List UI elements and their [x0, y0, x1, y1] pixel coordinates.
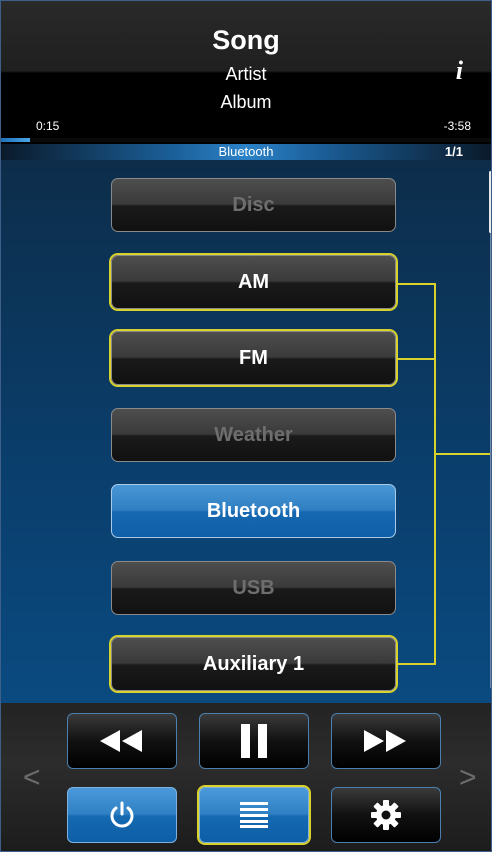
favorites-connector: [434, 283, 436, 665]
time-elapsed: 0:15: [36, 119, 60, 133]
song-title: Song: [212, 25, 280, 55]
power-button[interactable]: [67, 787, 177, 843]
pause-button[interactable]: [199, 713, 309, 769]
list-icon: [240, 802, 268, 828]
source-bluetooth-button[interactable]: Bluetooth: [111, 484, 396, 538]
source-list-button[interactable]: [199, 787, 309, 843]
scrollbar-thumb[interactable]: [489, 171, 491, 233]
scroll-track: [490, 233, 491, 688]
gear-icon: [371, 800, 401, 830]
next-page-arrow[interactable]: >: [459, 761, 477, 795]
app-window: Song Artist Album i 0:15 -3:58 Bluetooth…: [0, 0, 492, 852]
source-usb-button[interactable]: USB: [111, 561, 396, 615]
source-disc-button[interactable]: Disc: [111, 178, 396, 232]
source-auxiliary-1-button[interactable]: Auxiliary 1: [111, 637, 396, 691]
source-am-button[interactable]: AM: [111, 255, 396, 309]
pause-icon: [241, 724, 267, 758]
favorites-connector: [398, 663, 436, 665]
artist-name: Artist: [225, 64, 267, 84]
rewind-icon: [100, 730, 142, 752]
rewind-button[interactable]: [67, 713, 177, 769]
power-icon: [110, 801, 134, 828]
favorites-connector: [398, 283, 436, 285]
prev-page-arrow[interactable]: <: [23, 761, 41, 795]
page-indicator: 1/1: [444, 144, 463, 159]
time-remaining: -3:58: [443, 119, 471, 133]
settings-button[interactable]: [331, 787, 441, 843]
fast-forward-button[interactable]: [331, 713, 441, 769]
favorites-connector: [434, 453, 491, 455]
favorites-connector: [398, 358, 436, 360]
source-strip: Bluetooth 1/1: [1, 144, 491, 160]
progress-bar[interactable]: [1, 138, 491, 142]
now-playing-header: Song Artist Album i 0:15 -3:58: [1, 1, 491, 147]
album-name: Album: [220, 92, 272, 112]
current-source-label: Bluetooth: [218, 144, 274, 159]
info-button[interactable]: i: [456, 56, 463, 86]
fast-forward-icon: [364, 730, 406, 752]
source-fm-button[interactable]: FM: [111, 331, 396, 385]
progress-fill: [1, 138, 31, 142]
source-weather-button[interactable]: Weather: [111, 408, 396, 462]
